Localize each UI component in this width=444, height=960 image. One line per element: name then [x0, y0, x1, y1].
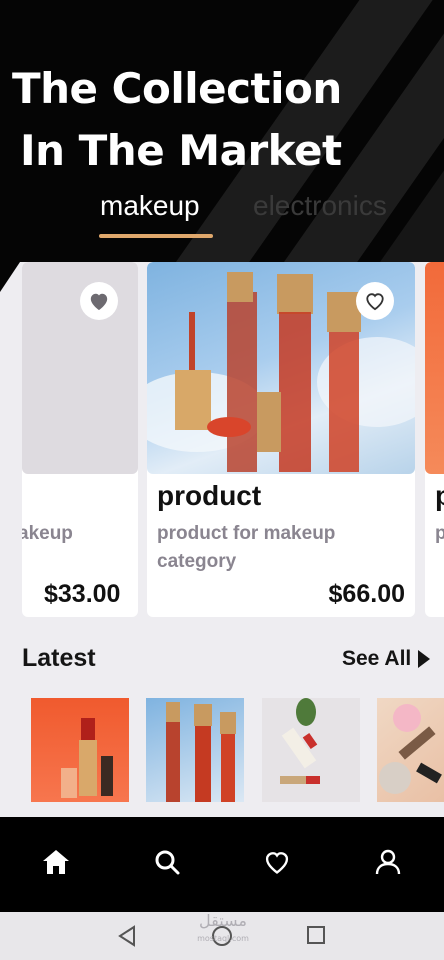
- heart-outline-icon: [366, 293, 384, 311]
- product-description: product for makeup category: [157, 523, 336, 572]
- see-all-button[interactable]: See All: [342, 647, 431, 671]
- product-image: [425, 262, 444, 474]
- product-card[interactable]: product product for makeup category $66.…: [147, 262, 415, 617]
- favorite-button[interactable]: [356, 282, 394, 320]
- latest-product-thumb[interactable]: [377, 698, 444, 802]
- title-line-1: The Collection: [12, 64, 342, 113]
- makeup-set-photo: [379, 704, 442, 794]
- favorite-button[interactable]: [80, 282, 118, 320]
- latest-product-thumb[interactable]: [146, 698, 244, 802]
- watermark-arabic: مستقل: [199, 911, 247, 930]
- user-icon: [375, 849, 401, 875]
- active-tab-indicator: [99, 234, 213, 238]
- lipstick-photo: [280, 698, 320, 784]
- see-all-label: See All: [342, 647, 412, 670]
- product-description: p: [435, 523, 444, 544]
- watermark: مستقل mostaql.com: [193, 912, 253, 948]
- lipgloss-photo: [166, 702, 236, 802]
- product-price: $66.00: [328, 580, 405, 608]
- page-title: The Collection In The Market: [12, 58, 342, 182]
- play-arrow-icon: [418, 650, 431, 668]
- nav-profile-button[interactable]: [368, 842, 408, 882]
- bottom-navigation: [18, 830, 426, 894]
- nav-favorites-button[interactable]: [257, 842, 297, 882]
- product-card[interactable]: p p: [425, 262, 444, 617]
- home-icon: [43, 850, 69, 874]
- watermark-latin: mostaql.com: [197, 934, 249, 943]
- back-icon[interactable]: [116, 924, 138, 948]
- product-name: p: [435, 480, 444, 511]
- product-price: $33.00: [44, 580, 121, 608]
- nav-home-button[interactable]: [36, 842, 76, 882]
- product-name: product: [157, 480, 262, 511]
- latest-product-thumb[interactable]: [262, 698, 360, 802]
- latest-heading: Latest: [22, 644, 96, 672]
- heart-icon: [266, 852, 289, 874]
- lipstick-photo: [61, 718, 113, 798]
- product-image: [22, 262, 138, 474]
- recents-icon[interactable]: [305, 924, 327, 946]
- nav-search-button[interactable]: [147, 842, 187, 882]
- tab-electronics[interactable]: electronics: [253, 190, 387, 222]
- search-icon: [155, 850, 180, 875]
- title-line-2: In The Market: [20, 126, 342, 175]
- heart-filled-icon: [90, 293, 108, 311]
- latest-product-thumb[interactable]: [31, 698, 129, 802]
- product-description: akeup: [22, 523, 73, 544]
- tab-makeup[interactable]: makeup: [100, 190, 200, 222]
- decorative-corner: [0, 262, 20, 292]
- product-card[interactable]: akeup $33.00: [22, 262, 138, 617]
- category-tabs: makeup electronics: [0, 190, 444, 240]
